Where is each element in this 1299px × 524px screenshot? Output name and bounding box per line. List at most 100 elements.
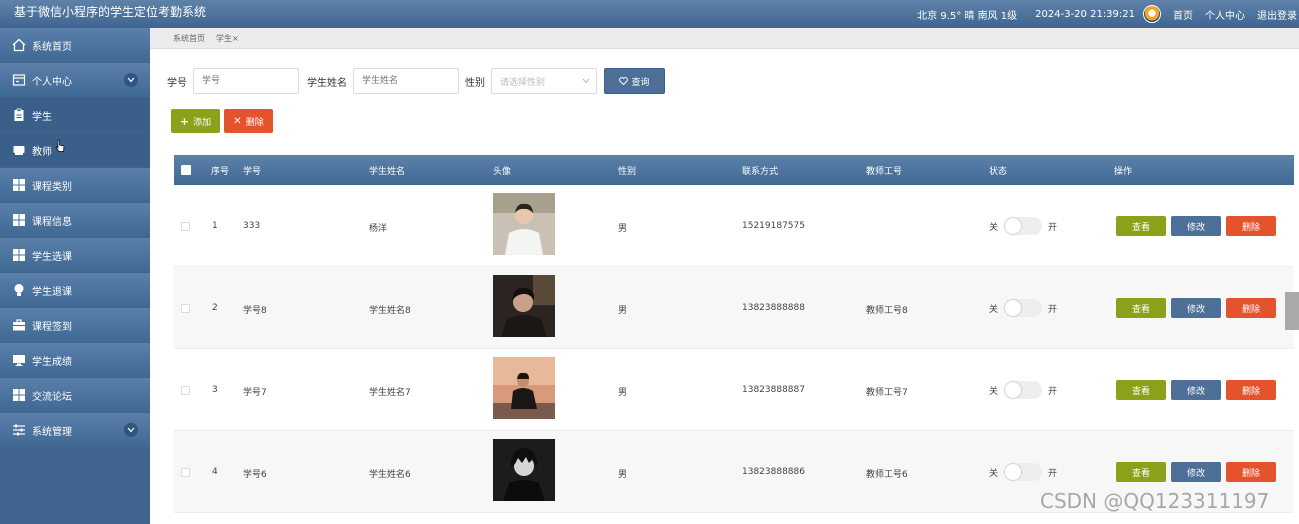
- status-toggle[interactable]: [1004, 299, 1043, 317]
- query-button-label: 查询: [631, 77, 650, 88]
- top-bar-right: 北京 9.5° 晴 南风 1级 2024-3-20 21:39:21 首页 个人…: [917, 0, 1299, 28]
- view-button[interactable]: 查看: [1116, 380, 1166, 400]
- breadcrumb-home[interactable]: 系统首页: [173, 33, 205, 44]
- sidebar-item-system[interactable]: 系统管理: [0, 413, 150, 447]
- status-toggle[interactable]: [1004, 463, 1043, 481]
- column-header-status: 状态: [989, 167, 1008, 177]
- sidebar-item-label: 课程类别: [32, 181, 72, 193]
- search-bar: 学号 学生姓名 性别 请选择性别 查询: [167, 68, 665, 94]
- row-delete-button[interactable]: 删除: [1226, 216, 1276, 236]
- status-toggle-group: 关 开: [989, 299, 1057, 317]
- query-button[interactable]: 查询: [604, 68, 665, 94]
- row-delete-button[interactable]: 删除: [1226, 462, 1276, 482]
- status-toggle[interactable]: [1004, 217, 1043, 235]
- cell-name: 学生姓名6: [369, 470, 411, 480]
- sidebar-item-profile[interactable]: 个人中心: [0, 63, 150, 97]
- breadcrumb-current-tab[interactable]: 学生×: [216, 33, 239, 44]
- sidebar-item-checkin[interactable]: 课程签到: [0, 308, 150, 342]
- cell-phone: 13823888888: [742, 303, 805, 313]
- edit-button[interactable]: 修改: [1171, 298, 1221, 318]
- cell-name: 学生姓名7: [369, 388, 411, 398]
- scrollbar-thumb[interactable]: [1285, 292, 1299, 330]
- cell-gender: 男: [618, 388, 628, 398]
- table-row: 3 学号7 学生姓名7 男 13823888887 教师工号7 关 开 查看 修…: [174, 349, 1294, 431]
- select-all-checkbox[interactable]: [181, 165, 191, 175]
- sidebar-item-home[interactable]: 系统首页: [0, 28, 150, 62]
- sidebar-item-label: 学生选课: [32, 251, 72, 263]
- add-button[interactable]: + 添加: [171, 109, 220, 133]
- sidebar-item-label: 教师: [32, 146, 52, 158]
- toggle-on-label: 开: [1048, 468, 1058, 479]
- sidebar-item-course-drop[interactable]: 学生退课: [0, 273, 150, 307]
- sidebar-item-label: 学生退课: [32, 286, 72, 298]
- chevron-down-icon: [582, 77, 590, 87]
- view-button[interactable]: 查看: [1116, 298, 1166, 318]
- row-checkbox[interactable]: [181, 222, 190, 231]
- row-checkbox[interactable]: [181, 304, 190, 313]
- column-header-gender: 性别: [618, 167, 637, 177]
- row-checkbox[interactable]: [181, 386, 190, 395]
- nav-profile-link[interactable]: 个人中心: [1205, 7, 1245, 22]
- row-delete-button[interactable]: 删除: [1226, 380, 1276, 400]
- datetime: 2024-3-20 21:39:21: [1035, 8, 1135, 20]
- student-avatar-image[interactable]: [493, 275, 555, 337]
- edit-button[interactable]: 修改: [1171, 216, 1221, 236]
- sidebar-item-course-info[interactable]: 课程信息: [0, 203, 150, 237]
- student-avatar-image[interactable]: [493, 357, 555, 419]
- row-delete-button[interactable]: 删除: [1226, 298, 1276, 318]
- view-button[interactable]: 查看: [1116, 216, 1166, 236]
- delete-button-label: 删除: [245, 117, 264, 128]
- cell-name: 杨洋: [369, 224, 388, 234]
- sidebar-item-label: 学生: [32, 111, 52, 123]
- bulb-icon: [12, 283, 26, 297]
- nav-logout-link[interactable]: 退出登录: [1257, 7, 1297, 22]
- column-header-avatar: 头像: [493, 167, 512, 177]
- toggle-knob: [1005, 382, 1022, 398]
- cell-gender: 男: [618, 470, 628, 480]
- sidebar-item-label: 交流论坛: [32, 391, 72, 403]
- column-header-phone: 联系方式: [742, 167, 779, 177]
- table-row: 2 学号8 学生姓名8 男 13823888888 教师工号8 关 开 查看 修…: [174, 267, 1294, 349]
- toggle-off-label: 关: [989, 386, 999, 397]
- sidebar-item-course-category[interactable]: 课程类别: [0, 168, 150, 202]
- view-button[interactable]: 查看: [1116, 462, 1166, 482]
- table-header: 序号 学号 学生姓名 头像 性别 联系方式 教师工号 状态 操作: [174, 155, 1294, 185]
- cell-student-no: 学号8: [243, 306, 267, 316]
- cell-gender: 男: [618, 306, 628, 316]
- sidebar-item-course-select[interactable]: 学生选课: [0, 238, 150, 272]
- student-no-input[interactable]: [193, 68, 299, 94]
- chevron-down-icon[interactable]: [124, 423, 138, 437]
- edit-button[interactable]: 修改: [1171, 380, 1221, 400]
- plus-icon: +: [179, 114, 190, 128]
- breadcrumb: 系统首页 学生×: [150, 28, 1299, 49]
- sidebar-item-forum[interactable]: 交流论坛: [0, 378, 150, 412]
- gender-label: 性别: [465, 77, 485, 89]
- nav-home-link[interactable]: 首页: [1173, 7, 1193, 22]
- student-avatar-image[interactable]: [493, 439, 555, 501]
- cell-gender: 男: [618, 224, 628, 234]
- cell-teacher-no: 教师工号8: [866, 306, 908, 316]
- status-toggle[interactable]: [1004, 381, 1043, 399]
- briefcase-icon: [12, 318, 26, 332]
- cell-index: 1: [212, 221, 218, 231]
- edit-button[interactable]: 修改: [1171, 462, 1221, 482]
- cell-index: 2: [212, 303, 218, 313]
- gender-select[interactable]: 请选择性别: [491, 68, 597, 94]
- toggle-knob: [1005, 218, 1022, 234]
- gender-select-placeholder: 请选择性别: [500, 77, 546, 88]
- delete-button[interactable]: ✕ 删除: [224, 109, 273, 133]
- user-avatar[interactable]: [1143, 5, 1161, 23]
- student-avatar-image[interactable]: [493, 193, 555, 255]
- grid-icon: [12, 388, 26, 402]
- chevron-down-icon[interactable]: [124, 73, 138, 87]
- sidebar-item-teacher[interactable]: 教师: [0, 133, 150, 167]
- top-bar: 基于微信小程序的学生定位考勤系统 北京 9.5° 晴 南风 1级 2024-3-…: [0, 0, 1299, 28]
- app-title: 基于微信小程序的学生定位考勤系统: [14, 5, 207, 19]
- status-toggle-group: 关 开: [989, 463, 1057, 481]
- sidebar-item-student[interactable]: 学生: [0, 98, 150, 132]
- student-name-input[interactable]: [353, 68, 459, 94]
- grid-icon: [12, 178, 26, 192]
- cell-teacher-no: 教师工号6: [866, 470, 908, 480]
- row-checkbox[interactable]: [181, 468, 190, 477]
- sidebar-item-grades[interactable]: 学生成绩: [0, 343, 150, 377]
